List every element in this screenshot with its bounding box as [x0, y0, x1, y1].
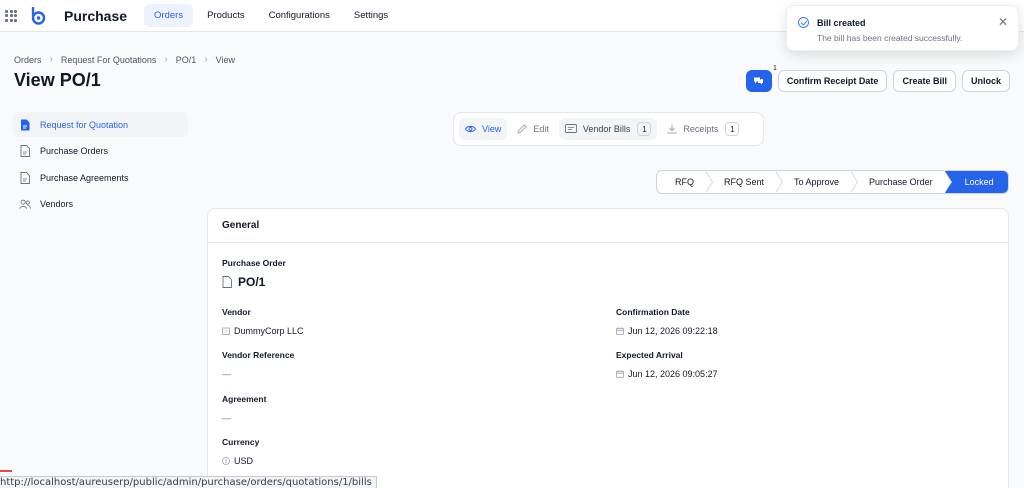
expected-arrival-value: Jun 12, 2026 09:05:27 — [628, 369, 718, 379]
app-logo-icon[interactable] — [30, 6, 46, 25]
sidebar-item-label: Purchase Orders — [40, 146, 109, 156]
breadcrumb-orders[interactable]: Orders — [14, 55, 42, 65]
expected-arrival-field: Expected Arrival Jun 12, 2026 09:05:27 — [616, 350, 718, 379]
step-purchase-order[interactable]: Purchase Order — [851, 171, 952, 193]
section-heading: General — [208, 209, 1008, 243]
step-to-approve[interactable]: To Approve — [776, 171, 859, 193]
sidebar-item-purchase-agreements[interactable]: Purchase Agreements — [13, 165, 188, 190]
currency-field: Currency USD — [222, 437, 259, 466]
field-value: USD — [222, 456, 259, 466]
tab-edit-label: Edit — [533, 124, 549, 134]
status-progress: RFQ RFQ Sent To Approve Purchase Order L… — [656, 170, 1009, 194]
users-icon — [19, 198, 31, 210]
field-label: Purchase Order — [222, 258, 286, 268]
bill-icon — [564, 124, 577, 133]
record-subnav: View Edit Vendor Bills 1 Receipts 1 — [453, 112, 764, 146]
confirmation-date-field: Confirmation Date Jun 12, 2026 09:22:18 — [616, 307, 718, 336]
agreement-value: — — [222, 413, 231, 423]
purchase-order-field: Purchase Order PO/1 — [222, 258, 286, 289]
vendor-bills-count-badge: 1 — [637, 122, 652, 136]
chevron-right-icon: › — [204, 54, 208, 65]
vendor-reference-value: — — [222, 369, 231, 379]
field-value: Jun 12, 2026 09:22:18 — [616, 326, 718, 336]
nav-orders[interactable]: Orders — [144, 4, 194, 27]
field-label: Confirmation Date — [616, 307, 690, 317]
field-value: Jun 12, 2026 09:05:27 — [616, 369, 718, 379]
chatter-button[interactable]: 1 — [745, 65, 777, 92]
general-section: General Purchase Order PO/1 Vendor Dummy… — [207, 208, 1009, 488]
app-grid-icon[interactable] — [5, 9, 17, 22]
nav-products[interactable]: Products — [197, 4, 255, 27]
toast-body: The bill has been created successfully. — [817, 33, 963, 43]
tab-view-label: View — [482, 124, 502, 134]
sidebar-item-purchase-orders[interactable]: Purchase Orders — [13, 139, 188, 164]
sidebar-item-request-for-quotation[interactable]: Request for Quotation — [13, 112, 188, 137]
confirm-receipt-date-button[interactable]: Confirm Receipt Date — [777, 70, 888, 92]
vendor-value: DummyCorp LLC — [234, 326, 304, 336]
tab-vendor-bills[interactable]: Vendor Bills 1 — [558, 118, 658, 140]
create-bill-button[interactable]: Create Bill — [893, 70, 956, 92]
header-actions: 1 Confirm Receipt Date Create Bill Unloc… — [745, 65, 1010, 92]
sidebar-item-label: Vendors — [40, 199, 74, 209]
field-label: Vendor — [222, 307, 251, 317]
toast-title: Bill created — [817, 18, 866, 28]
chat-icon — [754, 77, 764, 85]
confirmation-date-value: Jun 12, 2026 09:22:18 — [628, 326, 718, 336]
tab-receipts[interactable]: Receipts 1 — [661, 118, 745, 140]
currency-value: USD — [234, 456, 254, 466]
document-icon — [19, 171, 31, 184]
tab-vendor-bills-label: Vendor Bills — [582, 124, 631, 134]
step-rfq[interactable]: RFQ — [657, 171, 713, 193]
chevron-right-icon: › — [164, 54, 168, 65]
close-icon[interactable]: ✕ — [998, 15, 1008, 29]
status-bar-url: http://localhost/aureuserp/public/admin/… — [0, 476, 377, 488]
sidebar-item-label: Purchase Agreements — [40, 172, 129, 183]
field-value: DummyCorp LLC — [222, 326, 304, 336]
breadcrumb-rfq[interactable]: Request For Quotations — [61, 55, 157, 65]
currency-icon — [222, 457, 230, 465]
breadcrumb-po[interactable]: PO/1 — [176, 55, 197, 65]
toast-notification: Bill created The bill has been created s… — [786, 5, 1019, 51]
eye-icon — [465, 125, 476, 133]
app-title: Purchase — [64, 7, 128, 24]
page-title: View PO/1 — [14, 70, 101, 90]
calendar-icon — [616, 327, 624, 335]
check-circle-icon — [798, 17, 809, 28]
field-label: Currency — [222, 437, 260, 447]
document-icon — [222, 276, 232, 288]
indicator-mark — [0, 470, 12, 472]
step-locked[interactable]: Locked — [944, 171, 1008, 193]
purchase-order-value: PO/1 — [238, 275, 266, 289]
tab-receipts-label: Receipts — [683, 124, 719, 134]
pencil-icon — [517, 124, 528, 134]
tab-edit[interactable]: Edit — [511, 118, 555, 140]
field-label: Vendor Reference — [222, 350, 295, 360]
calendar-icon — [616, 370, 624, 378]
nav-settings[interactable]: Settings — [344, 4, 398, 27]
tab-view[interactable]: View — [459, 118, 508, 140]
building-icon — [222, 327, 230, 335]
vendor-reference-field: Vendor Reference — — [222, 350, 294, 379]
agreement-field: Agreement — — [222, 394, 266, 423]
unlock-button[interactable]: Unlock — [961, 70, 1010, 92]
nav-configurations[interactable]: Configurations — [259, 4, 340, 27]
sidebar-item-label: Request for Quotation — [40, 119, 129, 130]
step-rfq-sent[interactable]: RFQ Sent — [706, 171, 784, 193]
sidebar: Request for Quotation Purchase Orders Pu… — [13, 112, 188, 218]
chat-count-badge: 1 — [773, 65, 777, 72]
breadcrumb: Orders › Request For Quotations › PO/1 ›… — [14, 54, 235, 65]
breadcrumb-view: View — [215, 54, 235, 65]
main-nav: Orders Products Configurations Settings — [144, 4, 398, 27]
field-value: PO/1 — [222, 275, 286, 289]
sidebar-item-vendors[interactable]: Vendors — [13, 192, 188, 217]
field-label: Agreement — [222, 394, 267, 404]
vendor-field: Vendor DummyCorp LLC — [222, 307, 304, 336]
chevron-right-icon: › — [49, 54, 53, 65]
field-label: Expected Arrival — [616, 350, 683, 360]
receipts-count-badge: 1 — [725, 122, 740, 136]
document-icon — [19, 145, 31, 157]
document-icon — [19, 119, 31, 131]
download-icon — [667, 124, 677, 134]
